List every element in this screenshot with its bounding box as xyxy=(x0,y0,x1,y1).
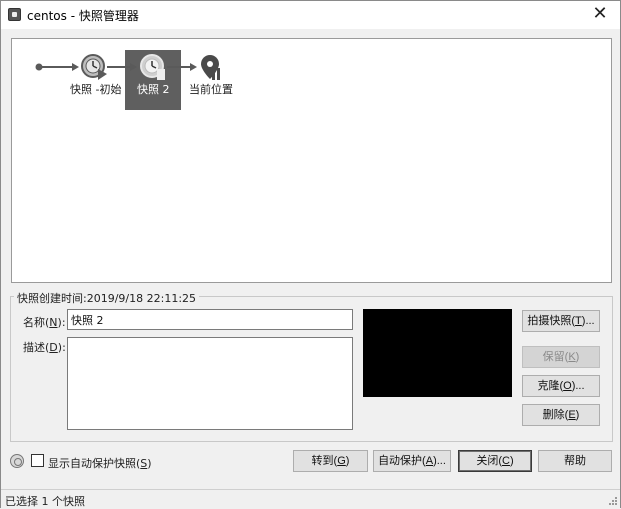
status-text: 已选择 1 个快照 xyxy=(5,495,85,508)
help-button[interactable]: 帮助 xyxy=(538,450,612,472)
node-label-snapshot-2[interactable]: 快照 2 xyxy=(137,81,170,97)
snapshot-tree-graph xyxy=(35,54,220,80)
vm-app-icon xyxy=(8,8,21,21)
name-label: 名称(N): xyxy=(23,316,66,329)
node-label-current[interactable]: 当前位置 xyxy=(189,81,233,97)
close-icon[interactable]: ✕ xyxy=(590,4,610,24)
delete-button[interactable]: 删除(E) xyxy=(522,404,600,426)
root-dot xyxy=(35,63,43,71)
snapshot-tree[interactable]: 快照 -初始 快照 2 当前位置 xyxy=(11,38,612,283)
resize-grip-icon[interactable] xyxy=(608,496,618,506)
name-input[interactable]: 快照 2 xyxy=(67,309,353,330)
snapshot-manager-window: centos - 快照管理器 ✕ 快照 -初始 快照 2 当前位置 快照创建时间… xyxy=(0,0,621,508)
created-time-value: 2019/9/18 22:11:25 xyxy=(86,292,197,305)
show-autoprotect-label[interactable]: 显示自动保护快照(S) xyxy=(48,455,152,471)
snapshot-preview-thumbnail xyxy=(363,309,512,397)
title-bar: centos - 快照管理器 ✕ xyxy=(1,1,620,29)
node-label-initial[interactable]: 快照 -初始 xyxy=(70,81,121,97)
window-title: centos - 快照管理器 xyxy=(27,9,139,23)
description-textarea[interactable] xyxy=(67,337,353,430)
close-button[interactable]: 关闭(C) xyxy=(458,450,532,472)
keep-button[interactable]: 保留(K) xyxy=(522,346,600,368)
clone-button[interactable]: 克隆(O)... xyxy=(522,375,600,397)
status-bar: 已选择 1 个快照 xyxy=(1,489,620,508)
clock-snapshot-icon xyxy=(81,54,107,80)
created-time-label: 快照创建时间:2019/9/18 22:11:25 xyxy=(14,290,200,306)
goto-button[interactable]: 转到(G) xyxy=(293,450,368,472)
location-pin-icon xyxy=(201,55,220,80)
autoprotect-button[interactable]: 自动保护(A)... xyxy=(373,450,451,472)
take-snapshot-button[interactable]: 拍摄快照(T)... xyxy=(522,310,600,332)
help-circle-icon[interactable] xyxy=(10,454,24,468)
description-label: 描述(D): xyxy=(23,341,66,354)
clock-snapshot-icon xyxy=(140,54,165,80)
show-autoprotect-checkbox[interactable] xyxy=(31,454,44,467)
